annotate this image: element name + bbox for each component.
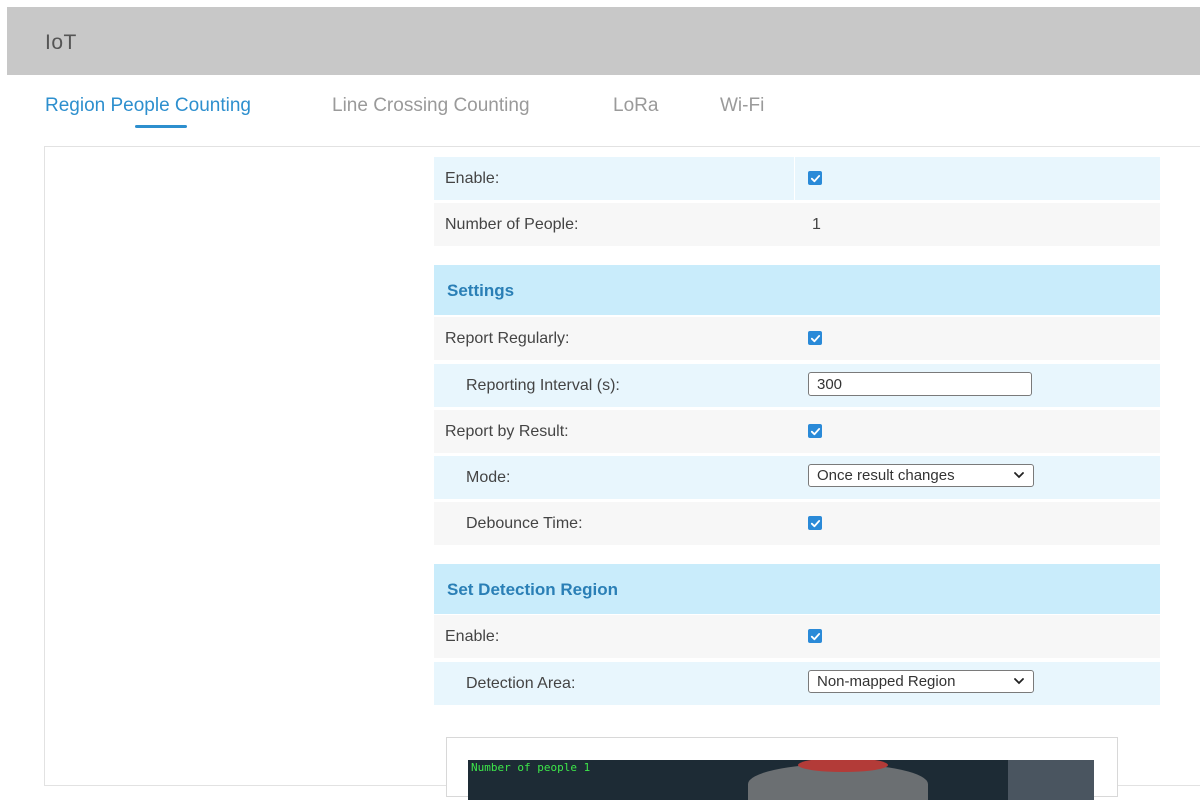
- video-preview[interactable]: Number of people 1: [468, 760, 1094, 800]
- report-by-result-checkbox[interactable]: [808, 424, 822, 438]
- reporting-interval-input[interactable]: [808, 372, 1032, 396]
- debounce-label: Debounce Time:: [466, 515, 583, 532]
- detection-area-selected-value: Non-mapped Region: [817, 673, 956, 690]
- detection-area-select[interactable]: Non-mapped Region: [808, 670, 1034, 693]
- tab-line-crossing-counting[interactable]: Line Crossing Counting: [332, 95, 530, 117]
- check-icon: [810, 334, 820, 342]
- row-detection-area: Detection Area: Non-mapped Region: [434, 662, 1160, 705]
- detection-title: Set Detection Region: [447, 580, 618, 599]
- active-tab-indicator: [135, 125, 187, 128]
- row-mode: Mode: Once result changes: [434, 456, 1160, 499]
- report-by-result-label: Report by Result:: [445, 423, 569, 440]
- tab-region-people-counting[interactable]: Region People Counting: [45, 95, 251, 117]
- check-icon: [810, 427, 820, 435]
- tab-lora[interactable]: LoRa: [613, 95, 658, 117]
- report-regularly-checkbox[interactable]: [808, 331, 822, 345]
- people-count-value: 1: [812, 216, 821, 233]
- row-detection-enable: Enable:: [434, 615, 1160, 658]
- enable-label: Enable:: [445, 170, 500, 187]
- row-debounce-time: Debounce Time:: [434, 502, 1160, 545]
- check-icon: [810, 519, 820, 527]
- row-report-regularly: Report Regularly:: [434, 317, 1160, 360]
- mode-selected-value: Once result changes: [817, 467, 955, 484]
- page-title: IoT: [45, 31, 77, 54]
- row-report-by-result: Report by Result:: [434, 410, 1160, 453]
- mode-label: Mode:: [466, 469, 511, 486]
- row-enable: Enable:: [434, 157, 1160, 200]
- reporting-interval-label: Reporting Interval (s):: [466, 377, 620, 394]
- osd-people-count: Number of people 1: [471, 761, 591, 774]
- tab-bar: Region People Counting Line Crossing Cou…: [0, 92, 1200, 132]
- debounce-checkbox[interactable]: [808, 516, 822, 530]
- header-bar: IoT: [7, 7, 1200, 75]
- chevron-down-icon: [1014, 678, 1024, 685]
- detection-enable-checkbox[interactable]: [808, 629, 822, 643]
- report-regularly-label: Report Regularly:: [445, 330, 570, 347]
- tab-wifi[interactable]: Wi-Fi: [720, 95, 764, 117]
- people-label: Number of People:: [445, 216, 579, 233]
- enable-checkbox[interactable]: [808, 171, 822, 185]
- row-reporting-interval: Reporting Interval (s):: [434, 364, 1160, 407]
- detection-enable-label: Enable:: [445, 628, 500, 645]
- mode-select[interactable]: Once result changes: [808, 464, 1034, 487]
- row-number-of-people: Number of People: 1: [434, 203, 1160, 246]
- settings-section-header: Settings: [434, 265, 1160, 315]
- check-icon: [810, 632, 820, 640]
- chevron-down-icon: [1014, 472, 1024, 479]
- detection-area-label: Detection Area:: [466, 675, 576, 692]
- enable-cell: [794, 157, 1161, 200]
- check-icon: [810, 174, 820, 182]
- detection-section-header: Set Detection Region: [434, 564, 1160, 614]
- settings-title: Settings: [447, 281, 515, 300]
- scene-shape: [1008, 760, 1094, 800]
